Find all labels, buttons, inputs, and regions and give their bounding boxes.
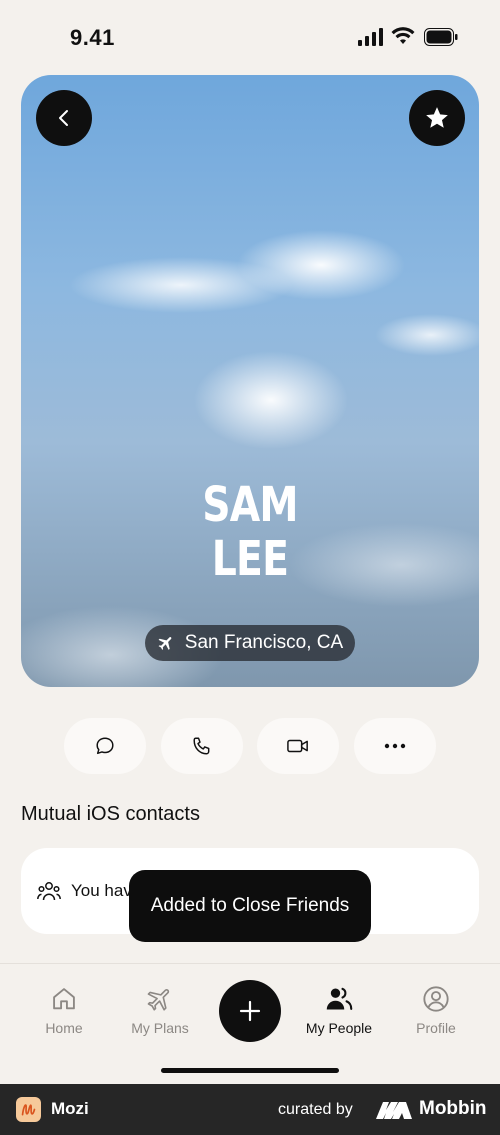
phone-icon: [193, 737, 210, 755]
home-icon: [53, 988, 75, 1010]
people-group-icon: [37, 882, 61, 901]
mutual-contacts-title: Mutual iOS contacts: [21, 803, 200, 825]
tab-home[interactable]: Home: [19, 984, 109, 1036]
location-text: San Francisco, CA: [184, 632, 344, 653]
call-button[interactable]: [161, 718, 243, 774]
user-circle-icon: [423, 986, 449, 1012]
chevron-left-icon: [59, 110, 68, 126]
star-icon: [426, 107, 448, 128]
wifi-icon: [391, 27, 415, 44]
mozi-app-logo: [16, 1097, 41, 1122]
more-dots-icon: [384, 743, 406, 749]
battery-icon: [424, 28, 458, 46]
cellular-signal-icon: [358, 28, 383, 46]
tab-profile-label: Profile: [416, 1020, 456, 1036]
airplane-icon: [158, 637, 172, 650]
home-indicator: [161, 1068, 339, 1073]
plus-icon: [239, 1000, 261, 1022]
chat-bubble-icon: [96, 737, 114, 755]
profile-first-name: SAM: [202, 477, 298, 533]
back-button[interactable]: [36, 90, 92, 146]
tab-my-people-label: My People: [305, 1020, 373, 1036]
mutual-contacts-text: You hav: [71, 881, 132, 900]
status-bar: 9.41: [0, 0, 500, 70]
video-call-button[interactable]: [257, 718, 339, 774]
tab-my-plans-label: My Plans: [131, 1020, 189, 1036]
profile-last-name: LEE: [211, 531, 289, 587]
attribution-footer: Mozi curated by Mobbin: [0, 1084, 500, 1135]
tab-my-people[interactable]: My People: [294, 984, 384, 1036]
message-button[interactable]: [64, 718, 146, 774]
mozi-logo-icon: [21, 1104, 36, 1116]
more-options-button[interactable]: [354, 718, 436, 774]
tab-my-plans[interactable]: My Plans: [115, 984, 205, 1036]
favorite-button[interactable]: [409, 90, 465, 146]
mobbin-brand: Mobbin: [419, 1098, 487, 1119]
location-pill[interactable]: San Francisco, CA: [145, 625, 355, 661]
toast-message: Added to Close Friends: [150, 895, 350, 916]
video-camera-icon: [287, 739, 308, 753]
curated-by-text: curated by: [278, 1101, 353, 1118]
status-time: 9.41: [70, 25, 115, 50]
people-icon: [326, 987, 353, 1010]
tab-home-label: Home: [45, 1020, 83, 1036]
tab-bar: Home My Plans My People Profile: [0, 963, 500, 1085]
toast-notification: Added to Close Friends: [129, 870, 371, 942]
tab-profile[interactable]: Profile: [391, 984, 481, 1036]
app-name: Mozi: [51, 1099, 89, 1118]
airplane-icon: [147, 989, 170, 1011]
mobbin-logo-icon: [376, 1102, 412, 1119]
add-button[interactable]: [219, 980, 281, 1042]
profile-hero-card: SAM LEE San Francisco, CA: [21, 75, 479, 687]
